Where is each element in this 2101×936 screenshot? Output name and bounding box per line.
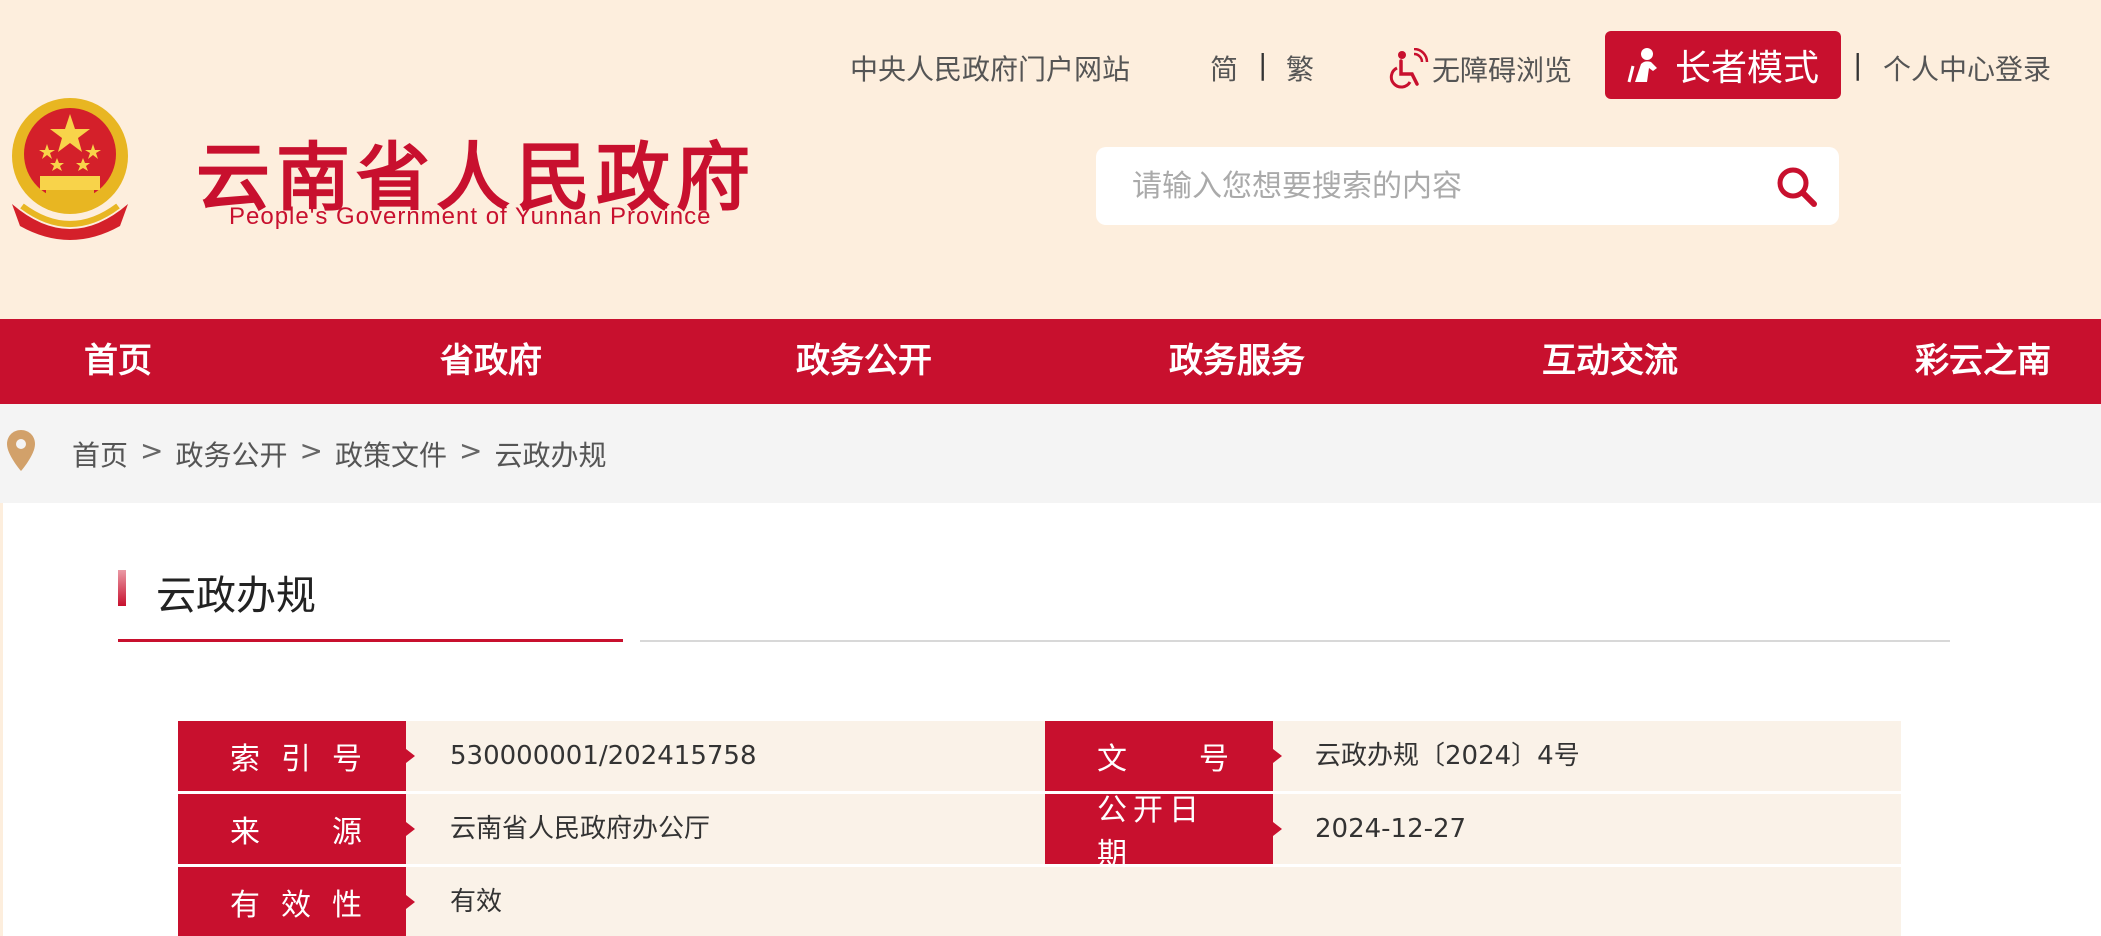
- label-char: 源: [332, 815, 362, 850]
- site-subtitle: People's Government of Yunnan Province: [229, 203, 712, 230]
- label-char: 来: [230, 815, 260, 850]
- search-box: [1096, 147, 1839, 225]
- breadcrumb-separator: >: [299, 434, 323, 467]
- info-row: 索 引 号 530000001/202415758 文 号 云政办规〔2024〕…: [178, 721, 1901, 791]
- elder-mode-button[interactable]: 长者模式: [1605, 31, 1841, 99]
- accessibility-icon: [1389, 48, 1429, 89]
- lang-separator: |: [1258, 48, 1268, 81]
- label-char: 性: [332, 888, 362, 923]
- elder-person-icon: [1627, 48, 1657, 83]
- nav-item-interaction[interactable]: 互动交流: [1542, 319, 1678, 404]
- personal-center-login-link[interactable]: 个人中心登录: [1883, 48, 2051, 88]
- login-separator: |: [1853, 48, 1863, 81]
- label-char: 号: [332, 742, 362, 777]
- search-icon: [1777, 167, 1817, 207]
- source-value: 云南省人民政府办公厅: [450, 814, 711, 844]
- index-number-label: 索 引 号: [178, 721, 415, 791]
- section-underline-accent: [118, 639, 623, 642]
- breadcrumb: 首页 > 政务公开 > 政策文件 > 云政办规: [72, 434, 606, 474]
- nav-item-provincial-government[interactable]: 省政府: [440, 319, 542, 404]
- label-char: 文: [1097, 742, 1127, 777]
- breadcrumb-bar: 首页 > 政务公开 > 政策文件 > 云政办规: [0, 404, 2101, 503]
- top-links: 中央人民政府门户网站 简 | 繁 无障碍浏览 长者模式 | 个人中心登录: [0, 0, 2101, 110]
- nav-item-home[interactable]: 首页: [84, 319, 152, 404]
- label-char: 索: [230, 742, 260, 777]
- section-title: 云政办规: [156, 573, 316, 619]
- nav-item-colorful-yunnan[interactable]: 彩云之南: [1915, 319, 2051, 404]
- section-divider: [640, 640, 1950, 642]
- index-number-value: 530000001/202415758: [450, 741, 757, 771]
- info-row: 来 源 云南省人民政府办公厅 公开日期 2024-12-27: [178, 793, 1901, 872]
- main-nav: 首页 省政府 政务公开 政务服务 互动交流 彩云之南: [0, 319, 2101, 404]
- nav-item-government-services[interactable]: 政务服务: [1169, 319, 1305, 404]
- nav-item-government-affairs-disclosure[interactable]: 政务公开: [796, 319, 932, 404]
- publish-date-label: 公开日期: [1045, 793, 1282, 872]
- breadcrumb-home[interactable]: 首页: [72, 434, 128, 474]
- section-title-marker: [118, 570, 126, 606]
- label-char: 效: [281, 888, 311, 923]
- location-pin-icon: [7, 430, 35, 471]
- simplified-chinese-link[interactable]: 简: [1210, 48, 1238, 88]
- accessibility-label: 无障碍浏览: [1432, 54, 1573, 87]
- source-label: 来 源: [178, 794, 415, 864]
- label-char: 号: [1199, 742, 1229, 777]
- main-content: 云政办规 索 引 号 530000001/202415758 文 号 云政办规〔…: [3, 503, 2101, 936]
- site-header: 云南省人民政府 People's Government of Yunnan Pr…: [0, 0, 2101, 319]
- document-number-label: 文 号: [1045, 721, 1282, 791]
- accessibility-link[interactable]: 无障碍浏览: [1388, 48, 1572, 90]
- breadcrumb-current[interactable]: 云政办规: [494, 434, 606, 474]
- validity-value: 有效: [450, 887, 503, 917]
- label-char: 引: [281, 742, 311, 777]
- central-portal-link[interactable]: 中央人民政府门户网站: [850, 48, 1130, 88]
- validity-label: 有 效 性: [178, 867, 415, 936]
- label-char: 有: [230, 888, 260, 923]
- info-row: 有 效 性 有效: [178, 867, 1901, 936]
- search-input[interactable]: [1132, 147, 1732, 225]
- breadcrumb-separator: >: [140, 434, 164, 467]
- breadcrumb-disclosure[interactable]: 政务公开: [175, 434, 287, 474]
- traditional-chinese-link[interactable]: 繁: [1286, 48, 1314, 88]
- search-button[interactable]: [1771, 161, 1821, 211]
- publish-date-value: 2024-12-27: [1315, 814, 1467, 844]
- label-text: 公开日期: [1097, 793, 1205, 872]
- national-emblem-icon: [12, 98, 128, 240]
- breadcrumb-separator: >: [458, 434, 483, 467]
- breadcrumb-policy-documents[interactable]: 政策文件: [335, 434, 447, 474]
- elder-mode-label: 长者模式: [1674, 48, 1819, 89]
- document-number-value: 云政办规〔2024〕4号: [1315, 741, 1580, 771]
